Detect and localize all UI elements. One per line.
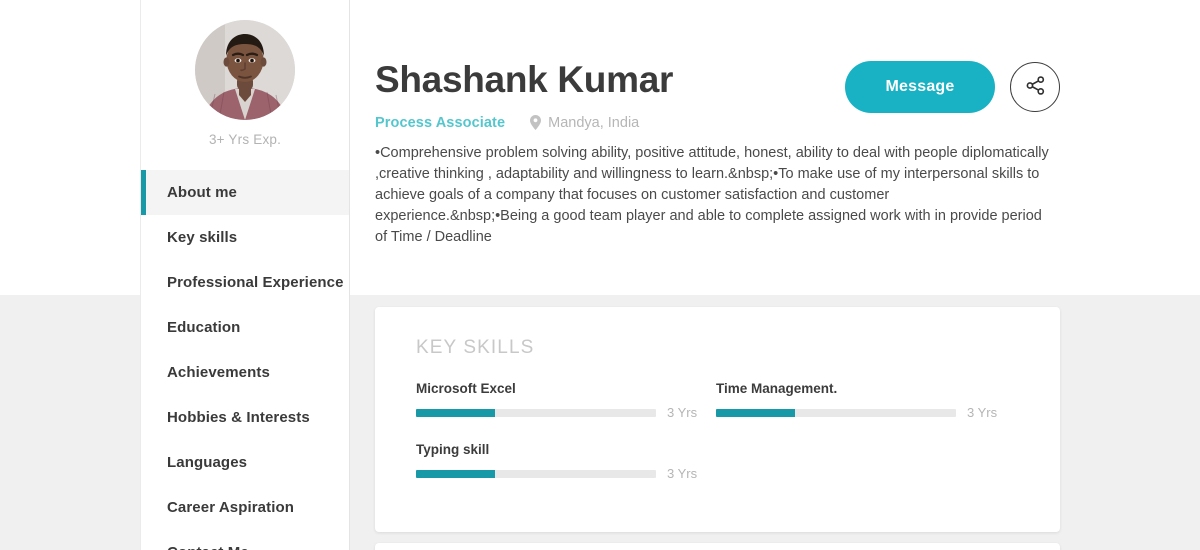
skill-progress-fill [416, 408, 496, 417]
sidebar-item-languages[interactable]: Languages [141, 440, 349, 485]
skill-years: 3 Yrs [967, 405, 998, 420]
sidebar-item-key-skills[interactable]: Key skills [141, 215, 349, 260]
skill-progress-fill [416, 469, 496, 478]
skill-progress-track [716, 408, 956, 417]
key-skills-title: KEY SKILLS [416, 337, 535, 358]
profile-meta: Process Associate Mandya, India [375, 115, 1070, 131]
sidebar-item-professional-experience[interactable]: Professional Experience [141, 260, 349, 305]
location-pin-icon [530, 115, 542, 131]
next-section-card [375, 543, 1060, 550]
key-skills-card: KEY SKILLS Microsoft Excel 3 Yrs Time Ma… [375, 307, 1060, 532]
sidebar-item-label: Key skills [167, 229, 238, 246]
sidebar-item-contact-me[interactable]: Contact Me [141, 530, 349, 550]
bio-text: •Comprehensive problem solving ability, … [375, 144, 1049, 245]
sidebar-item-label: Achievements [167, 364, 270, 381]
skill-progress-track [416, 408, 656, 417]
skill-years: 3 Yrs [667, 466, 698, 481]
skill-name: Typing skill [416, 442, 490, 457]
experience-label: 3+ Yrs Exp. [208, 132, 282, 147]
sidebar-item-label: Languages [167, 454, 248, 471]
sidebar-item-about-me[interactable]: About me [141, 170, 349, 215]
message-button[interactable]: Message [845, 61, 995, 113]
skill-years: 3 Yrs [667, 405, 698, 420]
location-label: Mandya, India [548, 114, 640, 131]
job-title: Process Associate [375, 114, 506, 131]
main-content: Shashank Kumar Process Associate Mandya,… [350, 0, 1200, 550]
sidebar-item-label: Education [167, 319, 241, 336]
sidebar: 3+ Yrs Exp. About me Key skills Professi… [140, 0, 350, 550]
avatar [195, 20, 295, 120]
share-icon [1025, 75, 1046, 99]
skill-progress-track [416, 469, 656, 478]
sidebar-item-label: Career Aspiration [167, 499, 295, 516]
sidebar-nav: About me Key skills Professional Experie… [141, 170, 349, 550]
sidebar-item-career-aspiration[interactable]: Career Aspiration [141, 485, 349, 530]
skill-progress-fill [716, 408, 796, 417]
share-button[interactable] [1010, 62, 1060, 112]
sidebar-item-education[interactable]: Education [141, 305, 349, 350]
sidebar-item-label: Hobbies & Interests [167, 409, 310, 426]
key-skills-list: Microsoft Excel 3 Yrs Time Management. 3… [375, 359, 1060, 503]
skill-name: Microsoft Excel [416, 381, 516, 396]
sidebar-item-achievements[interactable]: Achievements [141, 350, 349, 395]
sidebar-item-label: Contact Me [167, 544, 249, 550]
skill-item: Microsoft Excel 3 Yrs [416, 381, 714, 420]
skill-name: Time Management. [716, 381, 838, 396]
sidebar-item-hobbies-interests[interactable]: Hobbies & Interests [141, 395, 349, 440]
skill-item: Time Management. 3 Yrs [716, 381, 1014, 420]
sidebar-item-label: About me [167, 184, 237, 201]
profile-summary: 3+ Yrs Exp. [141, 0, 349, 147]
profile-header: Shashank Kumar Process Associate Mandya,… [350, 0, 1200, 295]
skill-item: Typing skill 3 Yrs [416, 442, 714, 481]
profile-actions: Message [845, 61, 1060, 113]
sidebar-item-label: Professional Experience [167, 274, 344, 291]
